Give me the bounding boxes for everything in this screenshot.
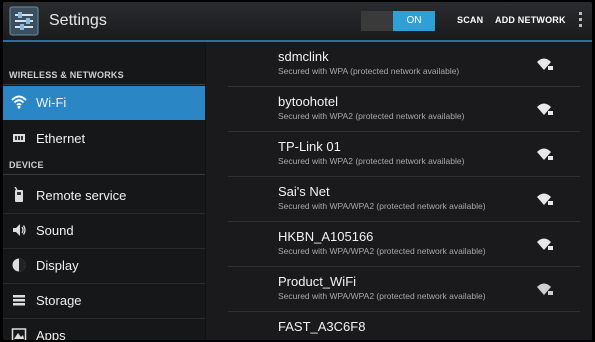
section-header-wireless: WIRELESS & NETWORKS	[9, 70, 124, 80]
network-item[interactable]: sdmclink Secured with WPA (protected net…	[228, 42, 586, 87]
wifi-icon	[11, 95, 27, 109]
network-name: bytoohotel	[278, 94, 338, 109]
wifi-signal-locked-icon	[537, 103, 553, 115]
network-security: Secured with WPA/WPA2 (protected network…	[278, 246, 486, 256]
wifi-signal-locked-icon	[537, 238, 553, 250]
section-divider	[3, 174, 205, 175]
sidebar-item-label: Display	[36, 258, 79, 273]
sidebar-item-label: Apps	[36, 328, 66, 340]
section-header-device: DEVICE	[9, 160, 44, 170]
sidebar-item-label: Sound	[36, 223, 74, 238]
apps-icon	[11, 328, 27, 340]
settings-app-icon[interactable]	[9, 6, 39, 36]
sidebar-item-sound[interactable]: Sound	[3, 214, 205, 248]
remote-service-icon	[14, 187, 23, 202]
network-name: sdmclink	[278, 49, 329, 64]
network-item[interactable]: bytoohotel Secured with WPA2 (protected …	[228, 87, 586, 132]
sidebar-item-label: Remote service	[36, 188, 127, 203]
network-security: Secured with WPA2 (protected network ava…	[278, 111, 465, 121]
action-bar: Settings ON SCAN ADD NETWORK	[3, 2, 592, 42]
wifi-toggle-on-label: ON	[393, 11, 435, 31]
sidebar-item-label: Wi-Fi	[36, 95, 67, 110]
display-icon	[12, 258, 26, 272]
network-item[interactable]: HKBN_A105166 Secured with WPA/WPA2 (prot…	[228, 222, 586, 267]
network-name: HKBN_A105166	[278, 229, 374, 244]
sidebar-item-display[interactable]: Display	[3, 249, 205, 283]
wifi-signal-locked-icon	[537, 283, 553, 295]
sidebar-item-wifi[interactable]: Wi-Fi	[3, 86, 205, 120]
network-security: Secured with WPA (protected network avai…	[278, 66, 460, 76]
add-network-button[interactable]: ADD NETWORK	[495, 15, 566, 25]
network-security: Secured with WPA2 (protected network ava…	[278, 156, 465, 166]
network-name: Sai's Net	[278, 184, 330, 199]
storage-icon	[13, 295, 25, 306]
section-divider	[3, 84, 205, 85]
app-title: Settings	[49, 12, 107, 29]
network-security: Secured with WPA/WPA2 (protected network…	[278, 291, 486, 301]
sidebar-item-apps[interactable]: Apps	[3, 319, 205, 340]
network-item[interactable]: FAST_A3C6F8	[228, 312, 586, 340]
ethernet-icon	[13, 134, 25, 142]
wifi-network-list: sdmclink Secured with WPA (protected net…	[206, 42, 592, 340]
network-security: Secured with WPA/WPA2 (protected network…	[278, 201, 486, 211]
wifi-signal-locked-icon	[537, 58, 553, 70]
sidebar-item-label: Storage	[36, 293, 82, 308]
settings-sidebar: WIRELESS & NETWORKS Wi-Fi Ethernet DEVIC…	[3, 42, 205, 340]
sidebar-item-label: Ethernet	[36, 131, 86, 146]
overflow-menu-icon[interactable]	[578, 12, 584, 32]
network-name: TP-Link 01	[278, 139, 341, 154]
sidebar-item-remote-service[interactable]: Remote service	[3, 179, 205, 213]
wifi-signal-locked-icon	[537, 148, 553, 160]
sidebar-item-storage[interactable]: Storage	[3, 284, 205, 318]
network-item[interactable]: Sai's Net Secured with WPA/WPA2 (protect…	[228, 177, 586, 222]
wifi-signal-locked-icon	[537, 193, 553, 205]
network-item[interactable]: TP-Link 01 Secured with WPA2 (protected …	[228, 132, 586, 177]
sidebar-item-ethernet[interactable]: Ethernet	[3, 122, 205, 156]
wifi-toggle[interactable]: ON	[361, 11, 435, 31]
network-item[interactable]: Product_WiFi Secured with WPA/WPA2 (prot…	[228, 267, 586, 312]
settings-window: Settings ON SCAN ADD NETWORK WIRELESS & …	[3, 2, 592, 340]
scan-button[interactable]: SCAN	[457, 15, 483, 25]
speaker-icon	[13, 224, 26, 236]
network-name: Product_WiFi	[278, 274, 357, 289]
network-name: FAST_A3C6F8	[278, 319, 366, 334]
